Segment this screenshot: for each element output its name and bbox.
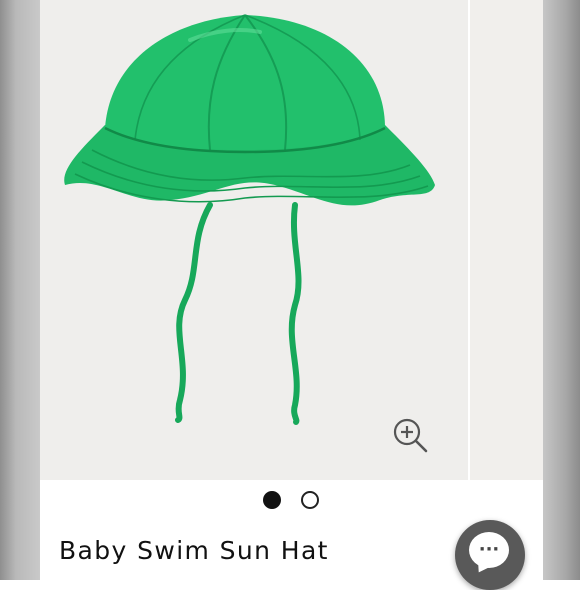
product-image xyxy=(64,14,435,425)
next-image-peek[interactable] xyxy=(470,0,543,480)
zoom-button[interactable] xyxy=(390,415,430,455)
background-right-edge xyxy=(543,0,580,580)
chat-bubble-icon: ··· xyxy=(469,532,509,568)
carousel-dot-2[interactable] xyxy=(301,491,319,509)
carousel-pagination xyxy=(40,480,543,520)
carousel-dot-1[interactable] xyxy=(263,491,281,509)
background-left-edge xyxy=(0,0,40,580)
product-image-carousel[interactable] xyxy=(40,0,468,480)
zoom-in-icon xyxy=(393,418,428,453)
product-title: Baby Swim Sun Hat xyxy=(59,536,329,565)
product-card: Baby Swim Sun Hat xyxy=(40,0,543,580)
